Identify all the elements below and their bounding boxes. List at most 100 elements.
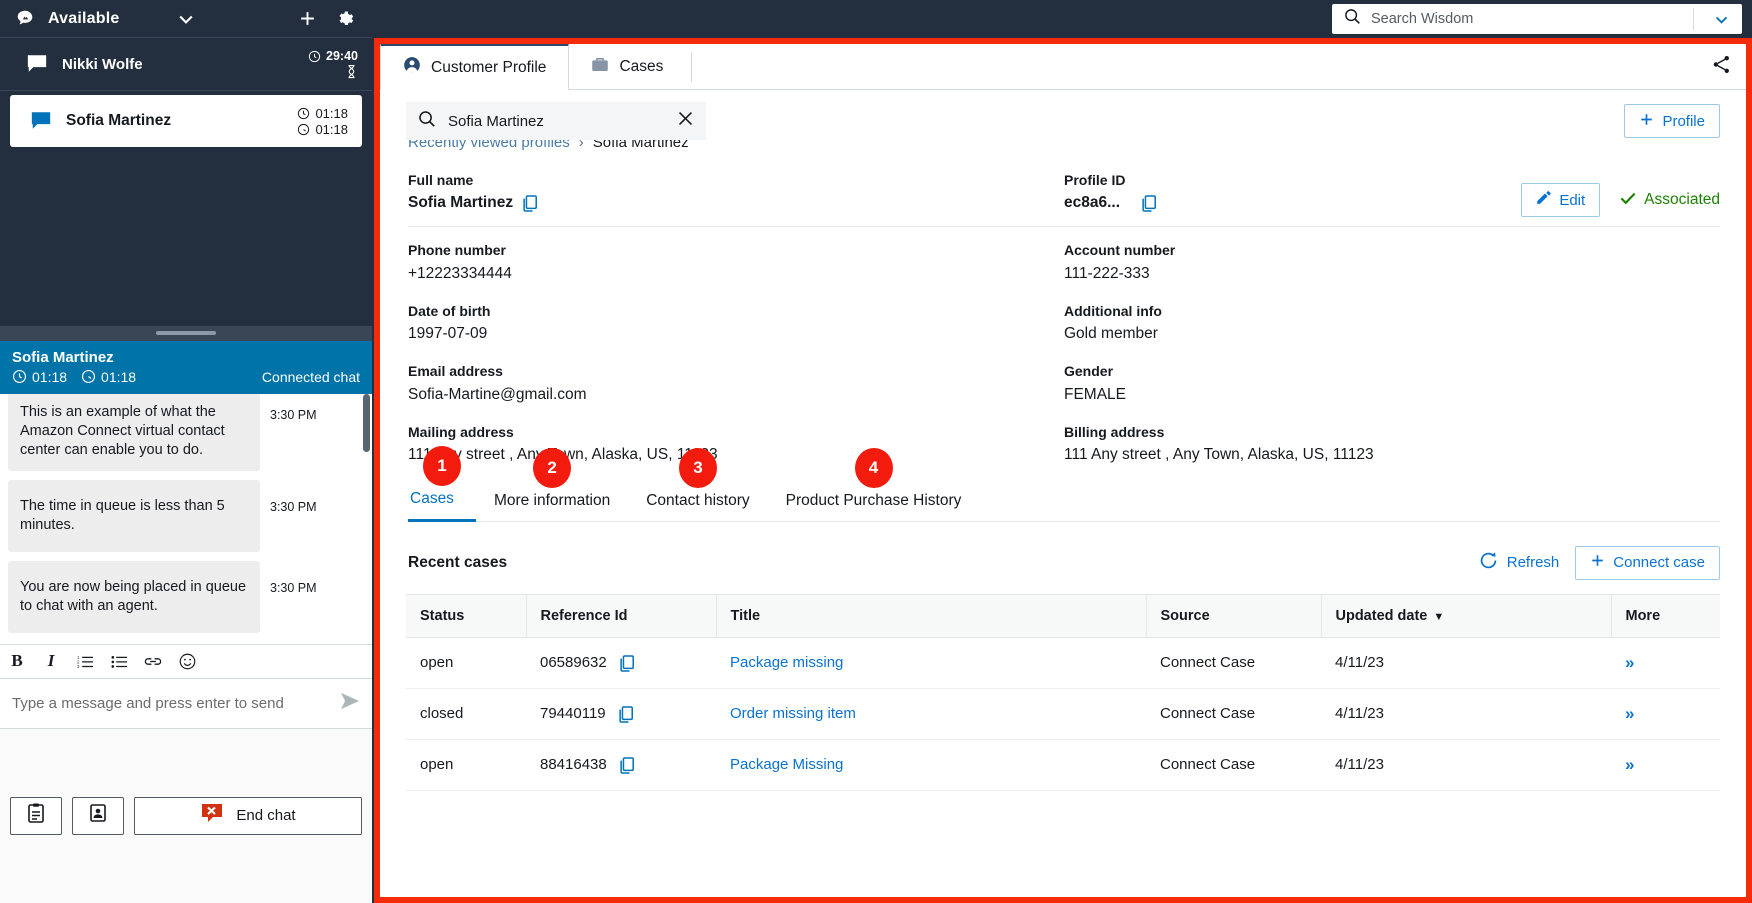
chat-message-time: 3:30 PM [270, 407, 317, 422]
bold-button[interactable]: B [8, 651, 26, 671]
tab-label: Cases [619, 57, 664, 75]
send-icon[interactable] [340, 692, 360, 715]
timer-value: 01:18 [315, 121, 348, 137]
column-reference-id[interactable]: Reference Id [526, 593, 717, 638]
contact-card-icon [89, 803, 107, 828]
bullet-list-icon[interactable] [110, 654, 128, 669]
expand-row-icon[interactable]: » [1625, 704, 1634, 723]
chat-hold-timer: 01:18 [81, 369, 136, 385]
pencil-icon [1536, 190, 1551, 210]
add-profile-label: Profile [1662, 112, 1705, 130]
panel-resize-handle[interactable] [0, 325, 372, 341]
ccp-empty-space [0, 151, 372, 326]
message-input-placeholder: Type a message and press enter to send [12, 694, 284, 712]
copy-icon[interactable] [618, 705, 634, 723]
cell-updated-date: 4/11/23 [1321, 637, 1611, 689]
connect-case-button[interactable]: Connect case [1575, 545, 1720, 580]
agent-status-label: Available [48, 9, 120, 27]
contact-card-button[interactable] [72, 796, 124, 835]
tab-customer-profile[interactable]: Customer Profile [380, 44, 570, 90]
ccp-action-bar: End chat [0, 728, 372, 903]
cell-reference-id: 79440119 [526, 688, 716, 740]
clipboard-icon [27, 803, 45, 828]
add-profile-button[interactable]: Profile [1624, 104, 1720, 138]
emoji-icon[interactable] [178, 653, 196, 670]
refresh-icon [1479, 551, 1498, 574]
expand-row-icon[interactable]: » [1625, 653, 1634, 672]
field-billing-address: Billing address 111 Any street , Any Tow… [1064, 423, 1720, 464]
copy-icon[interactable] [522, 195, 538, 212]
gear-icon[interactable] [332, 6, 358, 32]
inner-tab-product-purchase-history[interactable]: 4 Product Purchase History [768, 447, 980, 521]
column-source[interactable]: Source [1146, 593, 1322, 638]
inner-tab-more-information[interactable]: 2 More information [476, 447, 628, 521]
link-icon[interactable] [144, 655, 162, 668]
case-title-link[interactable]: Package Missing [730, 756, 843, 773]
plus-icon [1639, 112, 1654, 131]
profile-search-input[interactable]: Sofia Martinez [406, 102, 706, 140]
copy-icon[interactable] [619, 756, 635, 774]
end-chat-button[interactable]: End chat [134, 796, 362, 835]
cell-title[interactable]: Package missing [716, 637, 1146, 689]
field-label: Date of birth [408, 302, 491, 319]
cell-more[interactable]: » [1611, 739, 1720, 791]
connected-timer: 29:40 [308, 49, 358, 63]
wisdom-search-input[interactable]: Search Wisdom [1332, 4, 1742, 34]
message-format-toolbar: B I 123 [0, 643, 372, 679]
column-status[interactable]: Status [406, 593, 527, 638]
timer-value: 01:18 [315, 105, 348, 121]
cell-title[interactable]: Package Missing [716, 739, 1146, 791]
case-title-link[interactable]: Package missing [730, 654, 843, 671]
cell-status: closed [406, 688, 526, 740]
chevron-down-icon[interactable] [173, 6, 199, 32]
chevron-down-icon[interactable] [1704, 11, 1738, 28]
message-input[interactable]: Type a message and press enter to send [0, 678, 372, 729]
plus-icon [1590, 553, 1605, 572]
chat-transcript[interactable]: This is an example of what the Amazon Co… [0, 393, 372, 644]
close-icon[interactable] [677, 110, 694, 132]
quick-responses-button[interactable] [10, 796, 62, 835]
transcript-scrollbar[interactable] [363, 393, 370, 644]
svg-text:3: 3 [77, 664, 80, 669]
profile-fields: Full name Sofia Martinez Profile ID ec8a… [406, 172, 1720, 464]
cell-source: Connect Case [1146, 637, 1321, 689]
cell-more[interactable]: » [1611, 688, 1720, 740]
chat-message: You are now being placed in queue to cha… [0, 561, 372, 634]
plus-icon[interactable] [294, 6, 320, 32]
column-title[interactable]: Title [716, 593, 1147, 638]
caret-down-icon: ▼ [1433, 610, 1445, 623]
contact-row-sofia-martinez[interactable]: Sofia Martinez 01:18 01:18 [10, 95, 362, 147]
expand-row-icon[interactable]: » [1625, 755, 1634, 774]
connect-case-label: Connect case [1613, 554, 1705, 572]
tab-cases[interactable]: Cases [569, 44, 685, 89]
chat-message-text: This is an example of what the Amazon Co… [8, 393, 260, 471]
share-icon[interactable] [1711, 54, 1732, 80]
contact-control-panel: Available Nikki Wolfe 29:40 Sofia Martin… [0, 0, 372, 903]
field-value-text: Sofia Martinez [408, 194, 514, 212]
refresh-button[interactable]: Refresh [1479, 551, 1559, 574]
field-label: Email address [408, 363, 503, 380]
field-phone-number: Phone number +12223334444 [408, 242, 1064, 303]
field-value: Sofia Martinez [408, 194, 1064, 212]
copy-icon[interactable] [619, 654, 635, 672]
case-title-link[interactable]: Order missing item [730, 705, 856, 722]
table-row[interactable]: open 88416438 Package Missing Connect Ca… [406, 739, 1720, 791]
numbered-list-icon[interactable]: 123 [76, 654, 94, 669]
field-label: Billing address [1064, 423, 1165, 440]
inner-tab-cases[interactable]: 1 Cases [408, 445, 476, 522]
cell-status: open [406, 637, 526, 689]
tabstrip-divider [691, 51, 693, 82]
profile-search-row: Sofia Martinez Profile [406, 90, 1720, 140]
inner-tab-contact-history[interactable]: 3 Contact history [628, 447, 767, 521]
contact-row-nikki-wolfe[interactable]: Nikki Wolfe 29:40 [0, 38, 372, 91]
edit-profile-button[interactable]: Edit [1521, 183, 1601, 217]
cell-more[interactable]: » [1611, 637, 1720, 689]
cell-title[interactable]: Order missing item [716, 688, 1146, 740]
copy-icon[interactable] [1141, 195, 1157, 212]
italic-button[interactable]: I [42, 651, 60, 671]
table-row[interactable]: closed 79440119 Order missing item Conne… [406, 688, 1720, 740]
table-row[interactable]: open 06589632 Package missing Connect Ca… [406, 637, 1720, 689]
contact-name: Sofia Martinez [66, 112, 172, 129]
connected-timer: 01:18 [297, 106, 348, 121]
column-updated-date[interactable]: Updated date ▼ [1321, 593, 1612, 638]
